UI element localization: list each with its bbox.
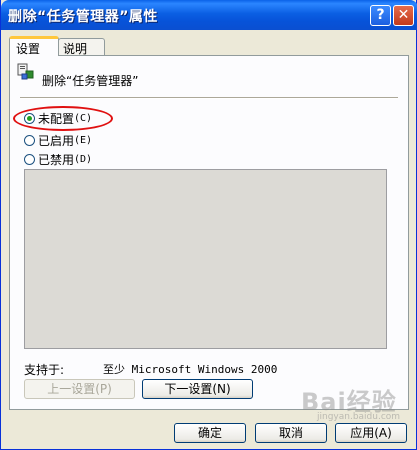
previous-setting-button[interactable]: 上一设置(P) <box>24 379 135 399</box>
radio-circle-icon[interactable] <box>24 134 35 146</box>
radio-label: 已禁用 <box>38 152 75 167</box>
apply-button[interactable]: 应用(A) <box>335 423 407 443</box>
policy-name: 删除“任务管理器” <box>42 74 139 88</box>
radio-label: 已启用 <box>38 133 75 148</box>
divider <box>20 97 398 99</box>
red-highlight-annotation <box>13 106 113 131</box>
help-button[interactable]: ? <box>370 5 391 26</box>
window-title: 删除“任务管理器”属性 <box>8 9 158 25</box>
group-policy-icon <box>17 63 34 80</box>
radio-circle-icon[interactable] <box>24 153 35 165</box>
title-bar[interactable]: 删除“任务管理器”属性 ? ✕ <box>1 0 417 30</box>
radio-disabled[interactable]: 已禁用 (D) <box>24 151 92 167</box>
radio-key: (E) <box>74 134 93 146</box>
radio-key: (D) <box>74 153 93 165</box>
tab-explain[interactable]: 说明 <box>58 38 105 56</box>
next-setting-button[interactable]: 下一设置(N) <box>142 379 253 399</box>
supported-on-label: 支持于: <box>24 363 65 377</box>
cancel-button[interactable]: 取消 <box>255 423 327 443</box>
supported-on-value: 至少 Microsoft Windows 2000 <box>103 363 278 376</box>
ok-button[interactable]: 确定 <box>174 423 246 443</box>
close-button[interactable]: ✕ <box>393 5 414 26</box>
properties-dialog: 删除“任务管理器”属性 ? ✕ 设置 说明 删除“任务管理器” 未配置 (C) … <box>0 0 417 450</box>
radio-enabled[interactable]: 已启用 (E) <box>24 132 92 148</box>
watermark-url: jingyan.baidu.com <box>317 412 401 422</box>
description-box <box>24 169 387 349</box>
tab-settings[interactable]: 设置 <box>9 36 59 56</box>
